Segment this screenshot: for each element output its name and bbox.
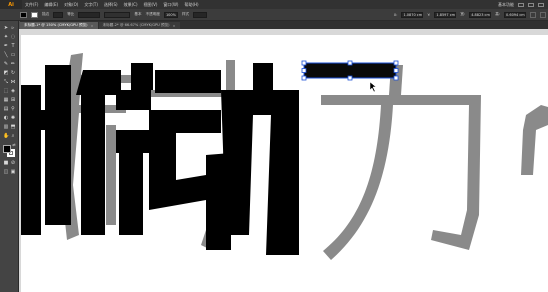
handle-top-middle[interactable]	[347, 60, 353, 66]
swap-colors-icon[interactable]: ⇄	[11, 142, 17, 148]
transform-icon[interactable]	[530, 11, 536, 18]
stroke-label: 描边	[42, 12, 50, 16]
handle-bottom-middle[interactable]	[347, 75, 353, 81]
y-label: Y:	[427, 12, 431, 17]
menu-select[interactable]: 选择(S)	[104, 2, 118, 8]
handle-bottom-right[interactable]	[393, 75, 399, 81]
color-mode-icon[interactable]: ■	[3, 160, 9, 166]
handle-top-left[interactable]	[301, 60, 307, 66]
menu-bar: Ai 文件(F) 编辑(E) 对象(O) 文字(T) 选择(S) 效果(C) 视…	[0, 0, 548, 9]
close-icon[interactable]: ×	[173, 24, 176, 28]
scale-tool-icon[interactable]: ⤡	[3, 79, 9, 85]
zoom-tool-icon[interactable]: ⌕	[10, 133, 16, 139]
pencil-icon[interactable]: ✏	[10, 61, 16, 67]
app-logo: Ai	[0, 0, 22, 9]
paintbrush-icon[interactable]: ✎	[3, 61, 9, 67]
line-tool-icon[interactable]: ╲	[3, 52, 9, 58]
workspace-switcher[interactable]: 基本功能	[498, 2, 514, 8]
stroke-weight-field[interactable]	[53, 11, 64, 18]
x-field[interactable]: 1.0870 cm	[401, 11, 424, 18]
lasso-icon[interactable]: ◌	[10, 34, 16, 40]
rectangle-tool-icon[interactable]: ▭	[10, 52, 16, 58]
opacity-field[interactable]: 100%	[163, 11, 178, 18]
minimize-icon[interactable]	[518, 2, 524, 7]
pen-tool-icon[interactable]: ✒	[3, 43, 9, 49]
mesh-tool-icon[interactable]: ⊞	[10, 97, 16, 103]
stroke-swatch[interactable]	[31, 11, 38, 18]
handle-middle-left[interactable]	[301, 68, 307, 73]
black-glyph-dong	[155, 70, 221, 93]
draw-mode-icon[interactable]: ◫	[3, 169, 9, 175]
width-field[interactable]: 4.8823 cm	[469, 11, 492, 18]
fill-swatch[interactable]	[20, 11, 27, 18]
graph-tool-icon[interactable]: ▥	[3, 124, 9, 130]
tab-label: 未标题-1* @ 150% (CMYK/GPU 预览)	[24, 23, 88, 27]
direct-selection-tool-icon[interactable]: ▹	[10, 25, 16, 31]
handle-bottom-left[interactable]	[301, 75, 307, 81]
artwork	[21, 53, 548, 260]
perspective-grid-icon[interactable]: ▦	[3, 97, 9, 103]
uniform-label[interactable]: 等比	[67, 12, 74, 17]
opacity-label[interactable]: 不透明度	[146, 12, 160, 17]
basic-label[interactable]: 基本	[134, 12, 141, 17]
w-label: 宽:	[460, 12, 466, 16]
variable-width-dropdown[interactable]	[78, 11, 101, 18]
selected-rectangle[interactable]	[301, 60, 399, 81]
width-tool-icon[interactable]: ⋈	[10, 79, 16, 85]
tab-document-1[interactable]: 未标题-1* @ 150% (CMYK/GPU 预览) ×	[20, 22, 98, 29]
gradient-tool-icon[interactable]: ▤	[3, 106, 9, 112]
handle-top-right[interactable]	[393, 60, 399, 66]
hand-tool-icon[interactable]: ✋	[3, 133, 9, 139]
rotate-tool-icon[interactable]: ↻	[10, 70, 16, 76]
control-bar: 描边 等比 基本 不透明度 100% 样式 X: 1.0870 cm Y: 1.…	[0, 9, 548, 21]
artboard-tool-icon[interactable]: ⬒	[10, 124, 16, 130]
menu-effect[interactable]: 效果(C)	[124, 2, 138, 8]
height-field[interactable]: 0.6094 cm	[504, 11, 526, 18]
close-icon[interactable]: ×	[91, 24, 94, 28]
style-label[interactable]: 样式	[182, 12, 189, 17]
eyedropper-icon[interactable]: ⚲	[10, 106, 16, 112]
symbol-sprayer-icon[interactable]: ✺	[10, 115, 16, 121]
menu-object[interactable]: 对象(O)	[64, 2, 78, 8]
menu-file[interactable]: 文件(F)	[25, 2, 38, 8]
tools-panel: ➤ ▹ ✦ ◌ ✒ T ╲ ▭ ✎ ✏ ◩ ↻ ⤡ ⋈ ⬚ ◈ ▦ ⊞ ▤ ⚲ …	[0, 21, 19, 292]
menu-type[interactable]: 文字(T)	[84, 2, 98, 8]
close-icon[interactable]	[538, 2, 544, 7]
blend-tool-icon[interactable]: ◐	[3, 115, 9, 121]
magic-wand-icon[interactable]: ✦	[3, 34, 9, 40]
canvas[interactable]	[19, 29, 548, 292]
selection-tool-icon[interactable]: ➤	[3, 25, 9, 31]
fill-color-swatch[interactable]	[3, 145, 11, 153]
x-label: X:	[393, 12, 398, 17]
style-dropdown[interactable]	[193, 11, 208, 18]
gray-glyph-li2	[321, 95, 481, 260]
artboard[interactable]	[21, 35, 548, 292]
none-color-icon[interactable]: ⊘	[10, 160, 16, 166]
menu-edit[interactable]: 编辑(E)	[44, 2, 58, 8]
tab-label: 未标题-2* @ 66.67% (CMYK/GPU 预览)	[102, 23, 170, 27]
handle-middle-right[interactable]	[393, 68, 399, 73]
type-tool-icon[interactable]: T	[10, 43, 16, 49]
cursor-icon	[369, 81, 377, 93]
document-tabs: 未标题-1* @ 150% (CMYK/GPU 预览) × 未标题-2* @ 6…	[20, 21, 548, 29]
menu-window[interactable]: 窗口(W)	[163, 2, 178, 8]
align-icon[interactable]	[540, 11, 546, 18]
shape-builder-icon[interactable]: ◈	[10, 88, 16, 94]
free-transform-icon[interactable]: ⬚	[3, 88, 9, 94]
menu-help[interactable]: 帮助(H)	[184, 2, 198, 8]
screen-mode-icon[interactable]: ▣	[10, 169, 16, 175]
maximize-icon[interactable]	[528, 2, 534, 7]
tab-document-2[interactable]: 未标题-2* @ 66.67% (CMYK/GPU 预览) ×	[98, 22, 180, 29]
menu-view[interactable]: 视图(V)	[144, 2, 158, 8]
eraser-icon[interactable]: ◩	[3, 70, 9, 76]
black-glyphs	[21, 63, 299, 255]
h-label: 高:	[495, 12, 500, 16]
brush-dropdown[interactable]	[104, 11, 131, 18]
y-field[interactable]: 1.8597 cm	[434, 11, 457, 18]
